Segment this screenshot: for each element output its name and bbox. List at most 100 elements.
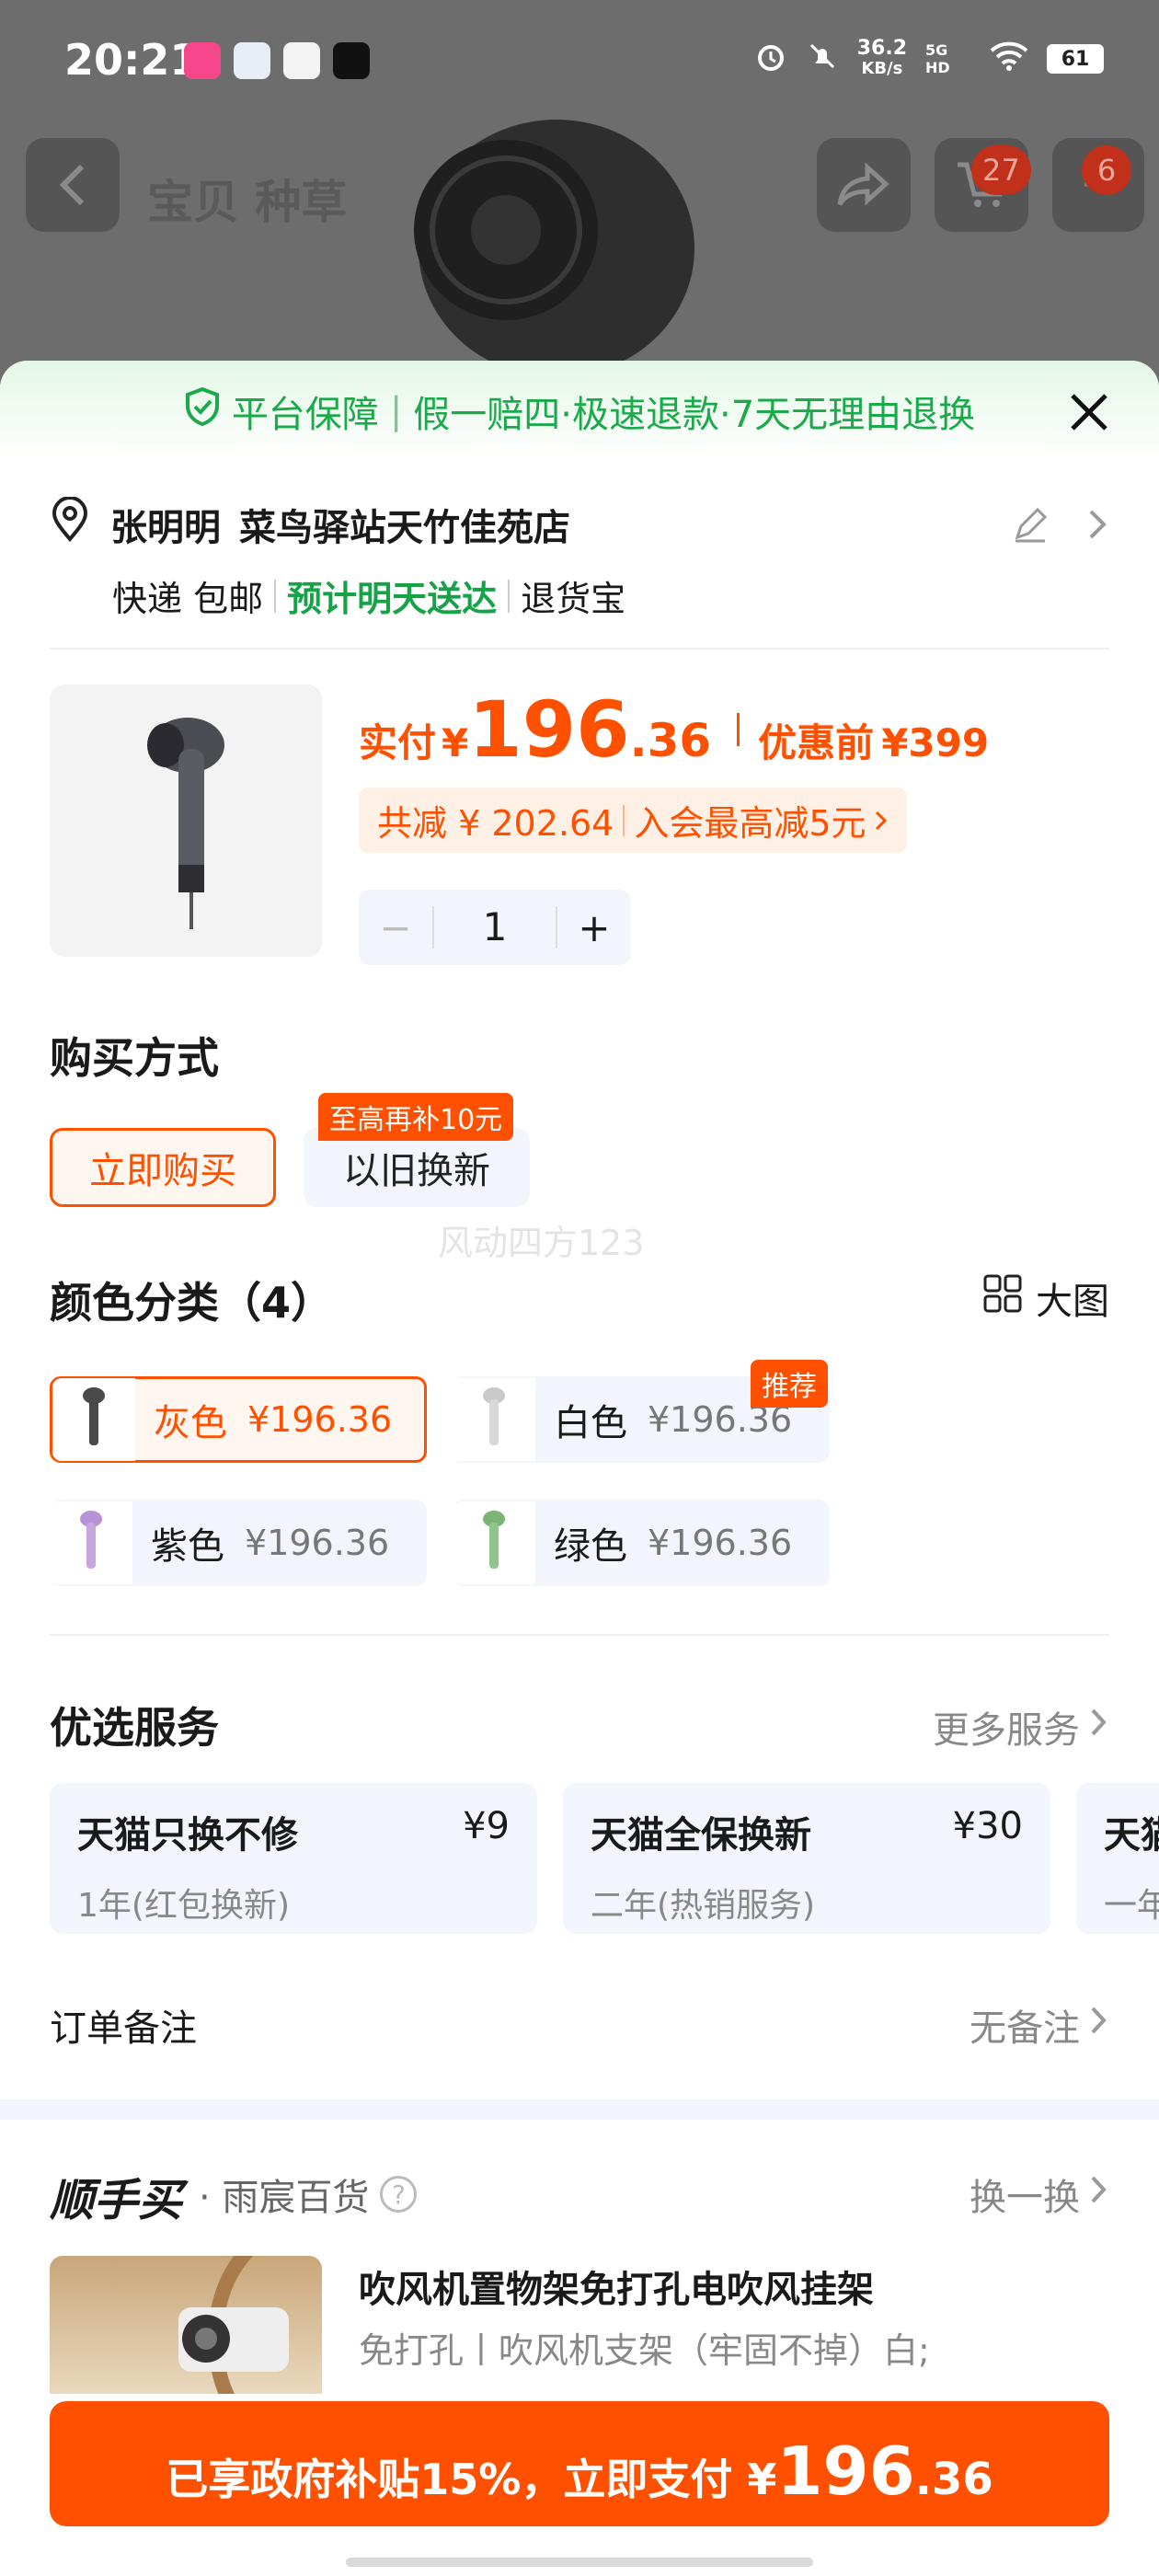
quantity-value[interactable]: 1 [432, 906, 557, 949]
service-price: ¥30 [952, 1805, 1023, 1847]
color-option-purple[interactable]: 紫色 ¥196.36 [50, 1500, 427, 1586]
share-button[interactable] [817, 138, 911, 232]
original-price: ¥399 [881, 720, 990, 765]
price-line: 实付 ¥ 196 .36 优惠前 ¥399 [359, 684, 1113, 775]
battery-indicator: 61 [1047, 44, 1104, 74]
status-app-icons [184, 42, 370, 79]
service-name: 天猫 [1104, 1814, 1159, 1857]
color-option-gray[interactable]: 灰色 ¥196.36 [50, 1376, 427, 1463]
app-notification-icon [283, 42, 320, 79]
close-icon[interactable] [1067, 390, 1111, 434]
grid-icon [982, 1273, 1023, 1323]
store-name: · 雨宸百货 [199, 2177, 370, 2219]
watermark: 风动四方123 [438, 1223, 645, 1263]
service-desc: 一年 [1104, 1887, 1159, 1925]
service-price: ¥9 [463, 1805, 510, 1847]
share-icon [837, 162, 889, 206]
chevron-left-icon [59, 164, 85, 206]
color-price: ¥196.36 [247, 1399, 393, 1440]
network-speed: 36.2 KB/s [857, 39, 907, 79]
more-services-link[interactable]: 更多服务 [933, 1700, 1109, 1754]
product-hero-image [368, 110, 745, 377]
chevron-right-icon [1089, 1706, 1109, 1748]
price-decimal: .36 [629, 714, 712, 767]
divider [508, 579, 511, 613]
color-category-title: 颜色分类（4） [50, 1278, 334, 1328]
color-name: 白色 [554, 1402, 627, 1444]
purchase-method-title: 购买方式 [50, 1033, 219, 1083]
services-title: 优选服务 [50, 1703, 219, 1753]
location-pin-icon [50, 496, 90, 552]
divider [737, 713, 740, 746]
big-view-label: 大图 [1036, 1281, 1109, 1323]
recommend-tag: 推荐 [751, 1360, 828, 1408]
cart-badge: 27 [971, 145, 1031, 195]
pay-amount-integer: 196 [776, 2432, 915, 2510]
currency-symbol: ¥ [442, 720, 469, 765]
price-block: 实付 ¥ 196 .36 优惠前 ¥399 共减 ¥ 202.64 入会最高减5… [359, 684, 1113, 965]
wifi-icon [990, 41, 1028, 76]
order-note-value: 无备注 [970, 2007, 1080, 2050]
color-thumbnail [52, 1378, 135, 1461]
home-indicator[interactable] [346, 2558, 813, 2567]
shunshoumai-logo: 顺手买 [50, 2175, 183, 2226]
color-thumbnail [453, 1501, 535, 1584]
service-name: 天猫只换不修 [77, 1814, 298, 1857]
app-notification-icon [234, 42, 270, 79]
section-gap [0, 2099, 1159, 2120]
pay-label: 已享政府补贴15%，立即支付 ¥ [166, 2455, 777, 2504]
help-icon[interactable]: ? [380, 2176, 418, 2213]
buy-now-option[interactable]: 立即购买 [50, 1128, 276, 1207]
speed-unit: KB/s [861, 59, 903, 78]
chevron-right-icon [1089, 2173, 1109, 2215]
nav-tabs[interactable]: 宝贝 种草 [147, 166, 347, 232]
status-time: 20:21 [64, 35, 200, 85]
delivery-location: 菜鸟驿站天竹佳苑店 [239, 507, 570, 549]
member-offer: 入会最高减5元 [634, 803, 866, 844]
color-price: ¥196.36 [245, 1523, 390, 1563]
service-card[interactable]: 天猫 一年 [1076, 1783, 1159, 1934]
service-card[interactable]: 天猫全保换新 ¥30 二年(热销服务) [563, 1783, 1050, 1934]
swap-button[interactable]: 换一换 [970, 2168, 1109, 2221]
recommended-product-title[interactable]: 吹风机置物架免打孔电吹风挂架 [359, 2260, 874, 2313]
shield-check-icon [184, 386, 221, 436]
discount-total: 共减 ¥ 202.64 [377, 803, 614, 844]
pay-amount-decimal: .36 [914, 2454, 993, 2505]
recipient-name: 张明明 [110, 507, 221, 549]
divider [623, 804, 625, 836]
decrease-button[interactable]: − [359, 905, 432, 950]
chevron-right-icon[interactable] [1087, 506, 1109, 546]
pay-button[interactable]: 已享政府补贴15%，立即支付 ¥ 196 .36 [50, 2401, 1109, 2526]
address-section[interactable]: 张明明 菜鸟驿站天竹佳苑店 快递 包邮 预计明天送达 退货宝 [50, 496, 1109, 621]
recommended-product-image[interactable] [50, 2256, 322, 2394]
chevron-right-icon [874, 800, 889, 841]
product-thumbnail[interactable] [50, 684, 322, 957]
color-thumbnail [453, 1378, 535, 1461]
paid-label: 实付 [359, 720, 437, 765]
edit-icon[interactable] [1010, 504, 1050, 548]
big-view-toggle[interactable]: 大图 [982, 1271, 1109, 1325]
status-indicators: 36.2 KB/s 5G HD 61 [754, 39, 1104, 79]
swap-label: 换一换 [970, 2177, 1080, 2219]
return-service: 退货宝 [521, 579, 626, 619]
status-bar: 20:21 36.2 KB/s 5G HD 61 [0, 0, 1159, 120]
color-name: 灰色 [154, 1402, 227, 1444]
increase-button[interactable]: + [557, 905, 631, 950]
purchase-sheet: 平台保障 | 假一赔四·极速退款·7天无理由退换 张明明 菜鸟驿站天竹佳苑店 快… [0, 361, 1159, 2576]
color-option-green[interactable]: 绿色 ¥196.36 [453, 1500, 830, 1586]
service-desc: 二年(热销服务) [591, 1887, 816, 1925]
store-info: · 雨宸百货 ? [199, 2168, 418, 2221]
service-card[interactable]: 天猫只换不修 ¥9 1年(红包换新) [50, 1783, 537, 1934]
back-button[interactable] [26, 138, 120, 232]
message-badge: 6 [1082, 145, 1131, 195]
address-actions [1010, 504, 1109, 548]
guarantee-title: 平台保障 [231, 394, 379, 436]
discount-badge[interactable]: 共减 ¥ 202.64 入会最高减5元 [359, 788, 907, 853]
order-note-value-link: 无备注 [970, 1998, 1109, 2052]
divider [274, 579, 277, 613]
color-name: 紫色 [151, 1525, 224, 1568]
color-price: ¥196.36 [648, 1523, 793, 1563]
quantity-stepper: − 1 + [359, 890, 631, 965]
platform-guarantee-bar: 平台保障 | 假一赔四·极速退款·7天无理由退换 [0, 361, 1159, 462]
order-note-row[interactable]: 订单备注 无备注 [0, 1980, 1159, 2072]
